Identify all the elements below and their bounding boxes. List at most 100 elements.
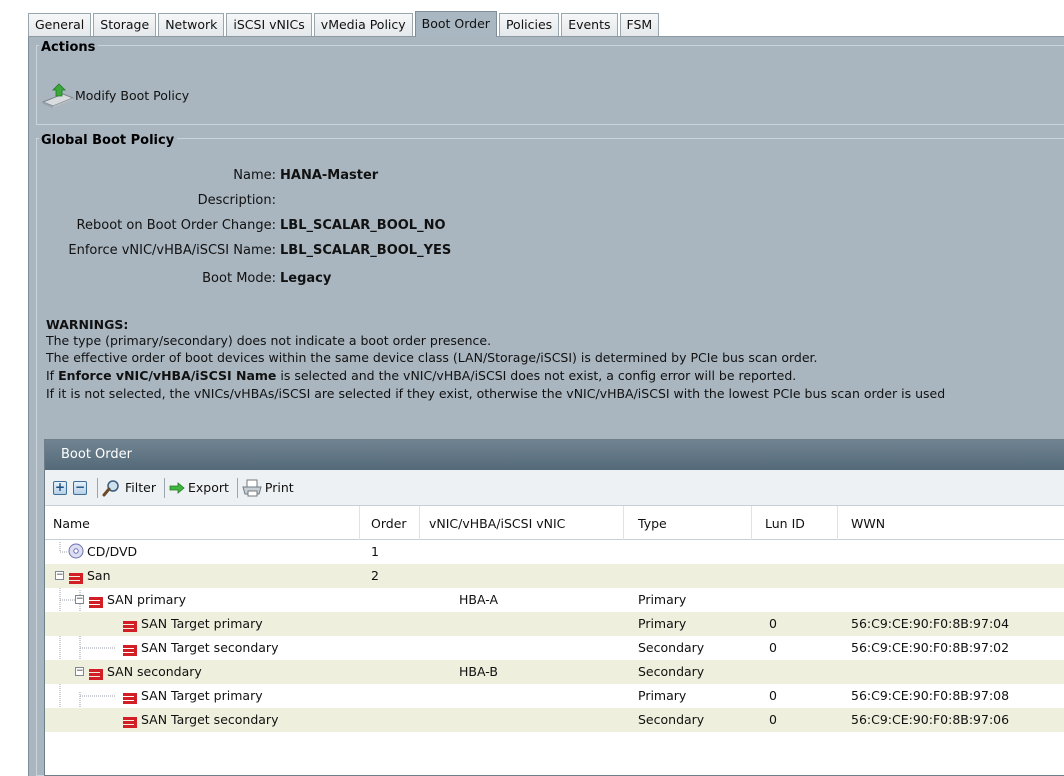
tab-vmedia-policy[interactable]: vMedia Policy (313, 13, 413, 36)
table-row[interactable]: SAN Target primary Primary 0 56:C9:CE:90… (45, 612, 1064, 636)
san-icon (123, 690, 137, 705)
modify-boot-policy-label: Modify Boot Policy (75, 87, 190, 103)
table-row[interactable]: − San 2 (45, 564, 1064, 588)
row-order: 1 (371, 544, 379, 559)
row-name: SAN Target primary (141, 688, 263, 703)
san-icon (89, 666, 103, 681)
column-divider (359, 506, 360, 540)
cd-dvd-icon (68, 543, 84, 562)
policy-description-row: Description: (29, 193, 280, 208)
row-wwn: 56:C9:CE:90:F0:8B:97:02 (851, 640, 1010, 655)
warning-line-4: If it is not selected, the vNICs/vHBAs/i… (46, 386, 946, 401)
san-icon (123, 642, 137, 657)
tab-network[interactable]: Network (158, 13, 225, 36)
tab-boot-order[interactable]: Boot Order (414, 11, 497, 37)
tab-bar: General Storage Network iSCSI vNICs vMed… (28, 11, 1064, 37)
row-vnic: HBA-B (459, 664, 498, 679)
policy-name-value: HANA-Master (280, 168, 379, 183)
column-header-vnic[interactable]: vNIC/vHBA/iSCSI vNIC (429, 516, 565, 531)
tab-events[interactable]: Events (561, 13, 618, 36)
enforce-name-value: LBL_SCALAR_BOOL_YES (280, 243, 452, 258)
column-divider (623, 506, 624, 540)
row-type: Primary (638, 616, 687, 631)
column-header-name[interactable]: Name (53, 516, 90, 531)
boot-mode-row: Boot Mode: Legacy (29, 271, 331, 286)
row-vnic: HBA-A (459, 592, 499, 607)
expand-all-icon[interactable]: + (53, 480, 67, 495)
policy-name-row: Name: HANA-Master (29, 168, 378, 183)
toolbar-separator (97, 477, 98, 498)
collapse-toggle-icon[interactable]: − (75, 595, 84, 604)
row-name: CD/DVD (87, 544, 138, 559)
toolbar-separator (163, 477, 165, 498)
table-row[interactable]: − SAN primary HBA-A Primary (45, 588, 1064, 612)
print-label: Print (264, 480, 294, 495)
export-label: Export (187, 480, 229, 495)
boot-order-toolbar: + − Filter Export Print (45, 470, 1064, 506)
warning-line-3: If Enforce vNIC/vHBA/iSCSI Name is selec… (46, 368, 796, 383)
enforce-name-row: Enforce vNIC/vHBA/iSCSI Name: LBL_SCALAR_… (29, 243, 451, 258)
modify-boot-policy-button[interactable]: Modify Boot Policy (41, 82, 189, 108)
warnings-title: WARNINGS: (46, 317, 129, 332)
row-name: SAN Target secondary (141, 712, 279, 727)
table-row[interactable]: CD/DVD 1 (45, 540, 1064, 564)
reboot-on-change-row: Reboot on Boot Order Change: LBL_SCALAR_B… (29, 218, 446, 233)
boot-order-panel: Actions Modify Boot Policy Global Boot P… (28, 37, 1064, 776)
san-icon (123, 714, 137, 729)
reboot-on-change-value: LBL_SCALAR_BOOL_NO (280, 218, 446, 233)
collapse-toggle-icon[interactable]: − (75, 667, 84, 676)
warning-line-3-pre: If (46, 368, 59, 383)
warning-line-1: The type (primary/secondary) does not in… (46, 333, 492, 348)
boot-mode-label: Boot Mode: (202, 271, 276, 286)
tab-iscsi-vnics[interactable]: iSCSI vNICs (226, 13, 312, 36)
collapse-all-icon[interactable]: − (73, 480, 87, 495)
collapse-toggle-icon[interactable]: − (55, 571, 64, 580)
export-button[interactable]: Export (169, 480, 229, 495)
table-header: Name Order vNIC/vHBA/iSCSI vNIC Type Lun… (45, 506, 1064, 540)
row-name: SAN Target secondary (141, 640, 279, 655)
boot-order-header: Boot Order (45, 440, 1064, 470)
row-lun-id: 0 (769, 616, 777, 631)
row-lun-id: 0 (769, 712, 777, 727)
table-row[interactable]: SAN Target secondary Secondary 0 56:C9:C… (45, 708, 1064, 732)
tab-fsm[interactable]: FSM (619, 13, 660, 36)
row-type: Primary (638, 592, 687, 607)
row-wwn: 56:C9:CE:90:F0:8B:97:08 (851, 688, 1010, 703)
row-type: Secondary (638, 664, 705, 679)
tab-storage[interactable]: Storage (93, 13, 157, 36)
row-order: 2 (371, 568, 379, 583)
warning-line-3-post: is selected and the vNIC/vHBA/iSCSI does… (276, 368, 797, 383)
row-type: Primary (638, 688, 687, 703)
column-divider (837, 506, 838, 540)
global-boot-policy-legend: Global Boot Policy (39, 133, 178, 148)
column-header-wwn[interactable]: WWN (851, 516, 885, 531)
tab-general[interactable]: General (28, 13, 92, 36)
column-header-order[interactable]: Order (371, 516, 407, 531)
policy-name-label: Name: (233, 168, 276, 183)
boot-mode-value: Legacy (280, 271, 332, 286)
column-divider (419, 506, 420, 540)
column-header-type[interactable]: Type (638, 516, 667, 531)
table-row[interactable]: SAN Target primary Primary 0 56:C9:CE:90… (45, 684, 1064, 708)
table-row[interactable]: − SAN secondary HBA-B Secondary (45, 660, 1064, 684)
print-button[interactable]: Print (242, 479, 294, 497)
actions-legend: Actions (39, 40, 99, 55)
policy-description-label: Description: (197, 193, 276, 208)
filter-button[interactable]: Filter (102, 479, 156, 497)
row-type: Secondary (638, 712, 705, 727)
tab-policies[interactable]: Policies (498, 13, 560, 36)
row-name: SAN secondary (107, 664, 202, 679)
column-divider (751, 506, 752, 540)
row-lun-id: 0 (769, 640, 777, 655)
filter-icon (102, 479, 119, 496)
warning-line-2: The effective order of boot devices with… (46, 350, 818, 365)
san-icon (89, 594, 103, 609)
column-header-lun-id[interactable]: Lun ID (765, 516, 805, 531)
warning-line-3-bold: Enforce vNIC/vHBA/iSCSI Name (58, 368, 277, 383)
enforce-name-label: Enforce vNIC/vHBA/iSCSI Name: (68, 243, 276, 258)
modify-policy-icon (41, 82, 75, 108)
export-arrow-icon (169, 481, 185, 494)
row-type: Secondary (638, 640, 705, 655)
table-row[interactable]: SAN Target secondary Secondary 0 56:C9:C… (45, 636, 1064, 660)
reboot-on-change-label: Reboot on Boot Order Change: (76, 218, 276, 233)
